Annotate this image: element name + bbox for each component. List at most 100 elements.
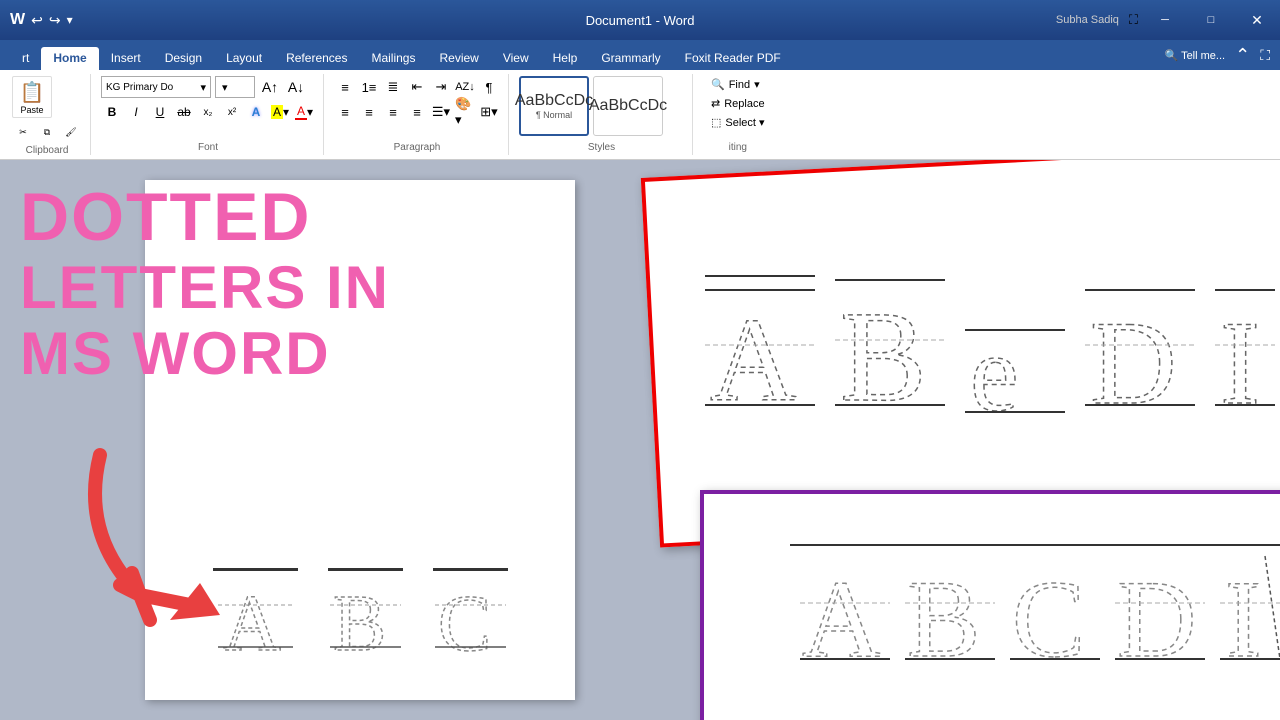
tab-review[interactable]: Review: [427, 47, 490, 70]
red-letter-i-svg: I: [1215, 285, 1275, 415]
card-purple-inner: A B C: [780, 534, 1280, 686]
align-left-button[interactable]: ≡: [334, 101, 356, 123]
increase-indent-button[interactable]: ⇥: [430, 76, 452, 98]
editing-label: iting: [703, 140, 773, 153]
svg-text:C: C: [438, 580, 491, 660]
undo-icon[interactable]: ↩: [31, 12, 43, 29]
bold-button[interactable]: B: [101, 101, 123, 123]
red-card-letter-e: e: [965, 295, 1065, 415]
letter-c-small: C: [433, 564, 508, 660]
underline-button[interactable]: U: [149, 101, 171, 123]
font-color-button[interactable]: A▾: [293, 101, 315, 123]
replace-button[interactable]: ⇄ Replace: [703, 95, 773, 112]
overlay-line3: MS WORD: [20, 321, 390, 387]
normal-style[interactable]: AaBbCcDc ¶ Normal: [519, 76, 589, 136]
purple-letter-b-svg: B: [905, 551, 995, 671]
ribbon-minimize-icon[interactable]: ⌃: [1235, 45, 1250, 66]
quick-access-toolbar[interactable]: W ↩ ↪ ▾: [10, 0, 73, 40]
text-effects-button[interactable]: A: [245, 101, 267, 123]
highlight-button[interactable]: A▾: [269, 101, 291, 123]
show-hide-button[interactable]: ¶: [478, 76, 500, 98]
paste-button[interactable]: 📋 Paste: [12, 76, 52, 118]
multilevel-list-button[interactable]: ≣: [382, 76, 404, 98]
styles-label: Styles: [519, 140, 684, 153]
align-center-button[interactable]: ≡: [358, 101, 380, 123]
format-painter-button[interactable]: 🖌: [60, 121, 82, 143]
right-panel: A B: [620, 160, 1280, 720]
svg-text:A: A: [710, 293, 797, 415]
svg-text:D: D: [1117, 558, 1196, 671]
share-icon: ⛶: [1129, 12, 1138, 28]
purple-letter-i-svg: I: [1220, 551, 1280, 671]
paragraph-group: ≡ 1≡ ≣ ⇤ ⇥ AZ↓ ¶ ≡ ≡ ≡ ≡ ☰▾ 🎨▾ ⊞▾ Paragr…: [328, 74, 509, 155]
red-card-letter-d: D: [1085, 285, 1195, 415]
tab-grammarly[interactable]: Grammarly: [589, 47, 672, 70]
search-box[interactable]: 🔍 Tell me...: [1165, 49, 1226, 62]
clipboard-group: 📋 Paste ✂ ⧉ 🖌 Clipboard: [6, 74, 91, 155]
decrease-indent-button[interactable]: ⇤: [406, 76, 428, 98]
purple-card-content: A B C: [790, 544, 1280, 676]
editing-group: 🔍 Find ▾ ⇄ Replace ⬚ Select ▾ iting: [697, 74, 781, 155]
subscript-button[interactable]: x₂: [197, 101, 219, 123]
tab-foxit[interactable]: Foxit Reader PDF: [673, 47, 793, 70]
superscript-button[interactable]: x²: [221, 101, 243, 123]
find-button[interactable]: 🔍 Find ▾: [703, 76, 773, 93]
font-name-selector[interactable]: KG Primary Do ▾: [101, 76, 211, 98]
increase-font-button[interactable]: A↑: [259, 76, 281, 98]
more-icon[interactable]: ▾: [67, 13, 73, 27]
svg-text:B: B: [840, 285, 927, 415]
numbering-button[interactable]: 1≡: [358, 76, 380, 98]
sort-button[interactable]: AZ↓: [454, 76, 476, 98]
minimize-button[interactable]: ─: [1142, 0, 1188, 40]
find-label: Find: [729, 79, 750, 91]
redo-icon[interactable]: ↪: [49, 12, 61, 29]
purple-letter-a-svg: A: [800, 551, 890, 671]
tab-home[interactable]: Home: [41, 47, 98, 70]
select-button[interactable]: ⬚ Select ▾: [703, 114, 773, 131]
tab-mailings[interactable]: Mailings: [359, 47, 427, 70]
maximize-button[interactable]: □: [1188, 0, 1234, 40]
red-letter-d-svg: D: [1085, 285, 1195, 415]
window-controls[interactable]: Subha Sadiq ⛶ ─ □ ✕: [1056, 0, 1280, 40]
select-icon: ⬚: [711, 116, 721, 129]
ribbon-toolbar: 📋 Paste ✂ ⧉ 🖌 Clipboard KG Primary Do ▾ …: [0, 70, 1280, 160]
svg-text:A: A: [802, 558, 881, 671]
tab-insert[interactable]: Insert: [99, 47, 153, 70]
tab-design[interactable]: Design: [153, 47, 214, 70]
card-red-inner: A B: [685, 255, 1280, 435]
tab-references[interactable]: References: [274, 47, 359, 70]
shading-button[interactable]: 🎨▾: [454, 101, 476, 123]
align-right-button[interactable]: ≡: [382, 101, 404, 123]
tab-file[interactable]: rt: [10, 47, 41, 70]
borders-button[interactable]: ⊞▾: [478, 101, 500, 123]
multilevel-list-btn2[interactable]: ☰▾: [430, 101, 452, 123]
red-card-letters: A B: [705, 275, 1275, 415]
heading1-style-sample: AaBbCcDc: [589, 97, 667, 115]
tab-help[interactable]: Help: [541, 47, 590, 70]
share-ribbon-icon[interactable]: ⛶: [1260, 47, 1270, 64]
normal-style-sample: AaBbCcDc: [515, 92, 593, 110]
title-bar: W ↩ ↪ ▾ Document1 - Word Subha Sadiq ⛶ ─…: [0, 0, 1280, 40]
cut-button[interactable]: ✂: [12, 121, 34, 143]
bullets-button[interactable]: ≡: [334, 76, 356, 98]
red-card-letter-b: B: [835, 275, 945, 415]
decrease-font-button[interactable]: A↓: [285, 76, 307, 98]
arrow-icon: [60, 435, 240, 635]
svg-text:D: D: [1090, 296, 1177, 415]
styles-group: AaBbCcDc ¶ Normal AaBbCcDc Styles: [513, 74, 693, 155]
card-purple: A B C: [700, 490, 1280, 720]
red-card-letter-a: A: [705, 275, 815, 415]
heading1-style[interactable]: AaBbCcDc: [593, 76, 663, 136]
italic-button[interactable]: I: [125, 101, 147, 123]
font-label: Font: [101, 140, 315, 153]
select-label: Select ▾: [725, 116, 764, 129]
purple-card-letters: A B C: [790, 546, 1280, 676]
tab-view[interactable]: View: [491, 47, 541, 70]
copy-button[interactable]: ⧉: [36, 121, 58, 143]
justify-button[interactable]: ≡: [406, 101, 428, 123]
strikethrough-button[interactable]: ab: [173, 101, 195, 123]
font-size-selector[interactable]: ▾: [215, 76, 255, 98]
font-name-dropdown-icon: ▾: [200, 81, 206, 94]
close-button[interactable]: ✕: [1234, 0, 1280, 40]
tab-layout[interactable]: Layout: [214, 47, 274, 70]
